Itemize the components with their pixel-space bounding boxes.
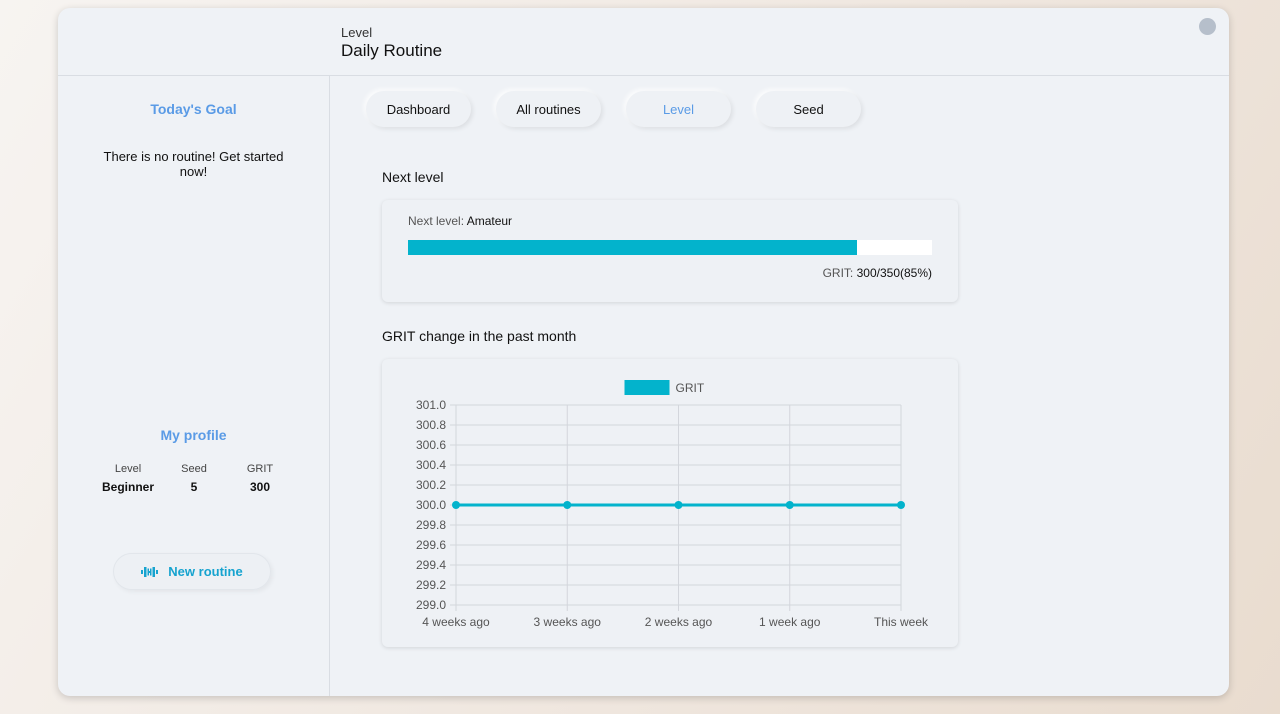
my-profile-heading: My profile	[160, 427, 227, 443]
data-point	[674, 501, 683, 509]
tab-dashboard[interactable]: Dashboard	[366, 91, 471, 127]
new-routine-button[interactable]: New routine	[113, 553, 271, 590]
legend-label: GRIT	[676, 381, 705, 395]
stat-label: Seed	[181, 463, 207, 475]
y-tick-label: 300.2	[416, 478, 446, 492]
y-tick-label: 300.0	[416, 498, 446, 512]
tab-level[interactable]: Level	[626, 91, 731, 127]
app-window: Level Daily Routine Today's Goal There i…	[58, 8, 1229, 696]
stat-value: 300	[249, 480, 271, 494]
data-point	[785, 501, 794, 509]
grit-chart-card: 301.0 300.8 300.6 300.4 300.2 300.0 299.8 299.6…	[382, 359, 958, 647]
data-point	[452, 501, 460, 509]
dumbbell-icon	[141, 566, 159, 577]
next-level-prefix: Next level:	[408, 214, 467, 228]
next-level-title: Next level	[382, 169, 444, 185]
y-tick-label: 300.4	[416, 458, 446, 472]
stat-seed: Seed 5	[159, 463, 229, 494]
legend-swatch	[624, 380, 670, 395]
stat-label: Level	[114, 463, 142, 475]
y-tick-label: 300.8	[416, 418, 446, 432]
stat-grit: GRIT 300	[225, 463, 295, 494]
y-tick-label: 300.6	[416, 438, 446, 452]
stat-value: 5	[190, 480, 198, 494]
grit-progress-bar	[408, 240, 932, 255]
data-point	[897, 501, 905, 509]
stat-value: Beginner	[101, 480, 154, 494]
y-tick-label: 301.0	[416, 398, 446, 412]
x-tick-label: 2 weeks ago	[645, 615, 713, 629]
grit-prefix: GRIT:	[822, 266, 857, 280]
x-tick-label: 3 weeks ago	[534, 615, 602, 629]
next-level-card: Next level: Amateur GRIT: 300/350(85%)	[382, 200, 958, 302]
page-title: Daily Routine	[341, 41, 443, 60]
breadcrumb: Level	[341, 25, 373, 40]
main-content: Dashboard All routines Level Seed Next l…	[330, 76, 1229, 696]
sidebar: Today's Goal There is no routine! Get st…	[58, 76, 330, 696]
data-point	[563, 501, 572, 509]
grit-value: 300/350(85%)	[856, 266, 932, 280]
y-tick-label: 299.4	[416, 558, 446, 572]
y-tick-label: 299.2	[416, 578, 446, 592]
empty-goal-message: There is no routine! Get started now!	[103, 149, 284, 179]
grit-progress-fill	[408, 240, 858, 255]
next-level-label: Next level: Amateur	[408, 214, 512, 228]
grit-line-chart: 301.0 300.8 300.6 300.4 300.2 300.0 299.8 299.6…	[416, 380, 929, 629]
x-tick-label: 4 weeks ago	[422, 615, 490, 629]
window-dot-button[interactable]	[1199, 18, 1216, 35]
grit-progress-label: GRIT: 300/350(85%)	[823, 266, 932, 280]
new-routine-label: New routine	[168, 564, 243, 579]
tab-seed[interactable]: Seed	[756, 91, 861, 127]
x-tick-label: 1 week ago	[759, 615, 821, 629]
stat-label: GRIT	[246, 463, 274, 475]
tab-all-routines[interactable]: All routines	[496, 91, 601, 127]
todays-goal-heading: Today's Goal	[150, 101, 237, 117]
y-tick-label: 299.0	[416, 598, 446, 612]
next-level-name: Amateur	[466, 214, 513, 228]
grit-chart-title: GRIT change in the past month	[382, 328, 577, 344]
y-tick-label: 299.8	[416, 518, 446, 532]
x-tick-label: This week	[874, 615, 929, 629]
y-tick-label: 299.6	[416, 538, 446, 552]
header: Level Daily Routine	[58, 8, 1229, 76]
stat-level: Level Beginner	[93, 463, 163, 494]
